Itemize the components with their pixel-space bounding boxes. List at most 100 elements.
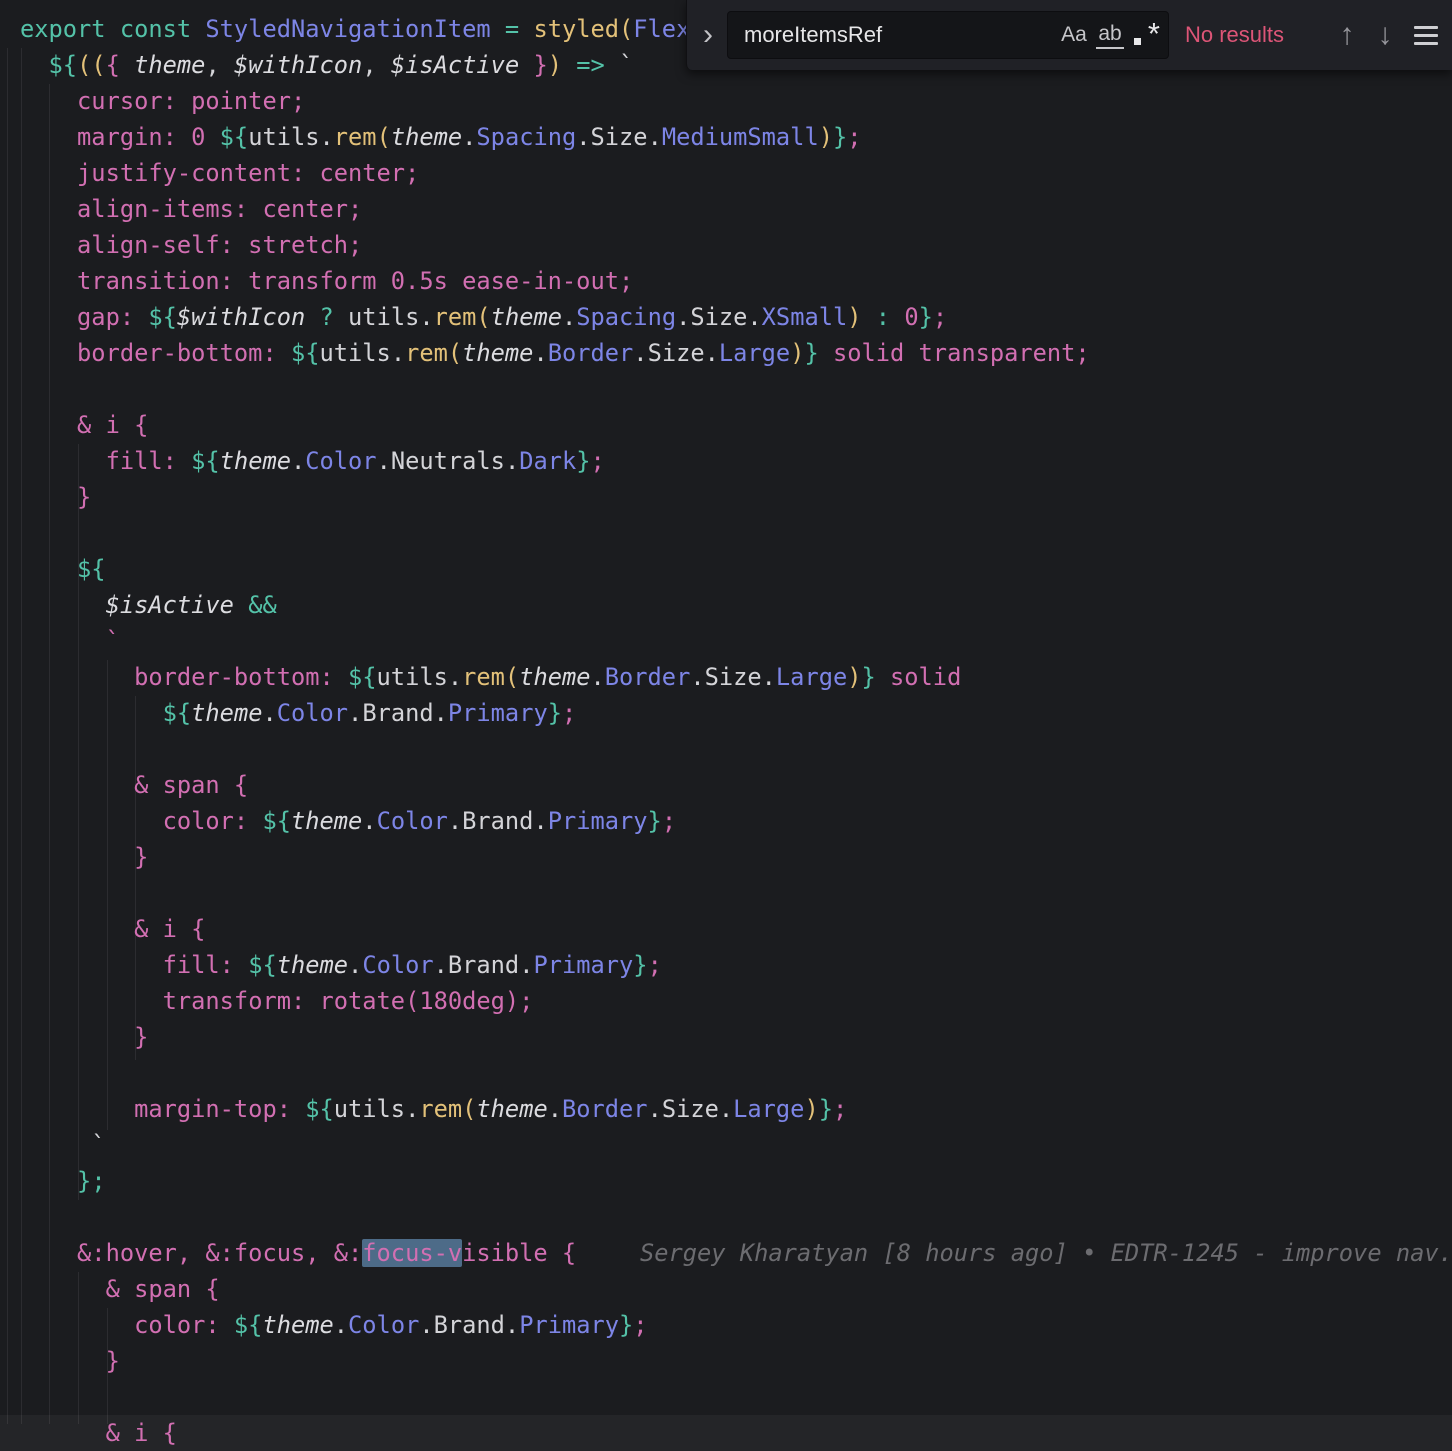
code-token: Color	[377, 807, 448, 835]
code-token: &&	[248, 591, 277, 619]
code-line[interactable]: }	[0, 1343, 1452, 1379]
code-token: .	[262, 699, 276, 727]
find-input-box: Aa ab *	[727, 11, 1169, 59]
code-token: XSmall	[762, 303, 848, 331]
code-token: .	[762, 663, 776, 691]
code-line[interactable]	[0, 1379, 1452, 1415]
code-line[interactable]: border-bottom: ${utils.rem(theme.Border.…	[0, 335, 1452, 371]
code-token: .	[462, 123, 476, 151]
code-line[interactable]	[0, 1199, 1452, 1235]
code-line[interactable]: justify-content: center;	[0, 155, 1452, 191]
code-line[interactable]: border-bottom: ${utils.rem(theme.Border.…	[0, 659, 1452, 695]
code-line[interactable]	[0, 371, 1452, 407]
code-line[interactable]: transition: transform 0.5s ease-in-out;	[0, 263, 1452, 299]
code-token: }	[548, 699, 562, 727]
code-line[interactable]: margin: 0 ${utils.rem(theme.Spacing.Size…	[0, 119, 1452, 155]
toggle-replace-chevron-icon[interactable]: ›	[693, 0, 723, 70]
find-options: Aa ab *	[1056, 17, 1168, 53]
code-area[interactable]: export const StyledNavigationItem = styl…	[0, 0, 1452, 1424]
code-token: theme	[476, 1095, 547, 1123]
code-token: ;	[648, 951, 662, 979]
code-line[interactable]	[0, 875, 1452, 911]
code-token	[20, 1347, 106, 1375]
code-line[interactable]: }	[0, 839, 1452, 875]
code-token: isible {	[462, 1239, 576, 1267]
code-token: .	[391, 339, 405, 367]
code-token: (	[476, 303, 490, 331]
code-token: ;	[933, 303, 947, 331]
code-line[interactable]: }	[0, 479, 1452, 515]
regex-button[interactable]: *	[1128, 17, 1164, 53]
code-line[interactable]: margin-top: ${utils.rem(theme.Border.Siz…	[0, 1091, 1452, 1127]
code-line[interactable]: };	[0, 1163, 1452, 1199]
match-case-button[interactable]: Aa	[1056, 17, 1092, 53]
code-token: .	[562, 303, 576, 331]
code-line[interactable]: & span {	[0, 767, 1452, 803]
code-line[interactable]: ${theme.Color.Brand.Primary};	[0, 695, 1452, 731]
code-token: .	[519, 951, 533, 979]
code-line[interactable]: & i {	[0, 407, 1452, 443]
find-previous-button[interactable]: ↑	[1328, 15, 1366, 55]
code-token: align-items: center;	[77, 195, 362, 223]
code-line[interactable]: align-self: stretch;	[0, 227, 1452, 263]
code-line[interactable]: transform: rotate(180deg);	[0, 983, 1452, 1019]
find-input[interactable]	[728, 21, 976, 49]
code-line[interactable]: gap: ${$withIcon ? utils.rem(theme.Spaci…	[0, 299, 1452, 335]
code-line[interactable]: & span {	[0, 1271, 1452, 1307]
code-token	[20, 1023, 134, 1051]
whole-word-button[interactable]: ab	[1092, 17, 1128, 53]
code-token: & span {	[134, 771, 248, 799]
code-token: `	[605, 51, 634, 79]
code-token: Large	[733, 1095, 804, 1123]
code-token: )	[847, 663, 861, 691]
code-line[interactable]: ${	[0, 551, 1452, 587]
code-line[interactable]	[0, 731, 1452, 767]
code-line[interactable]	[0, 515, 1452, 551]
code-line[interactable]: color: ${theme.Color.Brand.Primary};	[0, 803, 1452, 839]
code-token: }	[833, 123, 847, 151]
code-token: )	[804, 1095, 818, 1123]
find-widget: › Aa ab * No results ↑ ↓	[686, 0, 1452, 70]
code-token	[20, 231, 77, 259]
code-token: $withIcon	[177, 303, 305, 331]
code-line[interactable]: & i {	[0, 911, 1452, 947]
code-token: ;	[833, 1095, 847, 1123]
code-token: styled	[533, 15, 619, 43]
code-line[interactable]: & i {	[0, 1415, 1452, 1451]
code-token: }	[134, 1023, 148, 1051]
code-token: }	[919, 303, 933, 331]
code-line[interactable]	[0, 1055, 1452, 1091]
code-token: .	[705, 339, 719, 367]
code-token: )	[847, 303, 861, 331]
code-line[interactable]: `	[0, 1127, 1452, 1163]
code-line[interactable]: align-items: center;	[0, 191, 1452, 227]
code-line[interactable]: fill: ${theme.Color.Brand.Primary};	[0, 947, 1452, 983]
find-next-button[interactable]: ↓	[1366, 15, 1404, 55]
code-line[interactable]: }	[0, 1019, 1452, 1055]
code-line[interactable]: `	[0, 623, 1452, 659]
code-token: }	[533, 51, 547, 79]
code-token: & i {	[106, 1419, 177, 1447]
code-line[interactable]: color: ${theme.Color.Brand.Primary};	[0, 1307, 1452, 1343]
code-token	[120, 51, 134, 79]
code-line[interactable]: fill: ${theme.Color.Neutrals.Dark};	[0, 443, 1452, 479]
code-token: $isActive	[391, 51, 519, 79]
code-token	[20, 1095, 134, 1123]
code-token: ${	[148, 303, 177, 331]
code-line[interactable]: cursor: pointer;	[0, 83, 1452, 119]
code-token: .	[648, 1095, 662, 1123]
code-token: }	[619, 1311, 633, 1339]
code-token: .	[633, 339, 647, 367]
code-token: ;	[562, 699, 576, 727]
code-token: (	[462, 1095, 476, 1123]
code-line[interactable]: $isActive &&	[0, 587, 1452, 623]
code-line[interactable]: &:hover, &:focus, &:focus-visible {Serge…	[0, 1235, 1452, 1271]
code-token: Brand	[434, 1311, 505, 1339]
code-token: .	[690, 663, 704, 691]
code-token: color:	[163, 807, 263, 835]
code-token	[20, 1167, 77, 1195]
find-in-selection-button[interactable]	[1414, 15, 1444, 55]
code-token: Large	[776, 663, 847, 691]
code-token: theme	[291, 807, 362, 835]
find-results-count: No results	[1185, 22, 1284, 48]
